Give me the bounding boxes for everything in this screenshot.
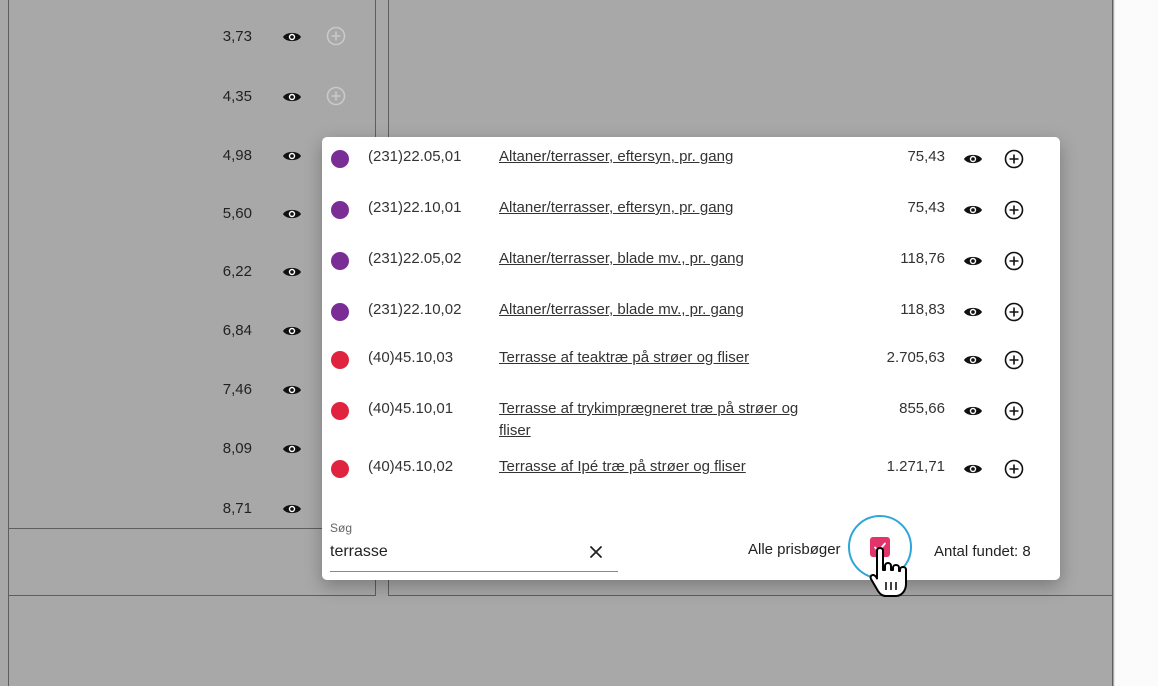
result-code: (231)22.10,01 — [368, 199, 462, 216]
result-description-link[interactable]: Terrasse af teaktræ på strøer og fliser — [499, 347, 799, 369]
result-row: (40)45.10,03 Terrasse af teaktræ på strøe… — [322, 349, 1060, 393]
eye-icon — [282, 206, 302, 222]
eye-icon — [282, 441, 302, 457]
pricebook-color-dot — [331, 303, 349, 321]
result-row: (231)22.10,01 Altaner/terrasser, eftersyn… — [322, 199, 1060, 243]
divider — [8, 0, 9, 686]
eye-icon — [282, 501, 302, 517]
divider — [8, 595, 376, 596]
result-row: (231)22.05,01 Altaner/terrasser, eftersyn… — [322, 148, 1060, 192]
eye-icon[interactable] — [963, 352, 983, 368]
eye-icon — [282, 29, 302, 45]
result-row: (40)45.10,01 Terrasse af trykimprægneret … — [322, 400, 1060, 444]
close-icon — [590, 546, 602, 558]
result-description-link[interactable]: Altaner/terrasser, blade mv., pr. gang — [499, 299, 799, 321]
plus-circle-icon — [326, 86, 346, 106]
background-price: 6,22 — [222, 263, 252, 280]
eye-icon[interactable] — [963, 202, 983, 218]
clear-search-button[interactable] — [584, 540, 608, 564]
result-code: (40)45.10,01 — [368, 400, 454, 417]
plus-circle-icon[interactable] — [1004, 251, 1024, 271]
divider — [1112, 0, 1113, 686]
divider — [8, 528, 376, 529]
search-underline — [330, 571, 618, 572]
pricebook-color-dot — [331, 460, 349, 478]
plus-circle-icon[interactable] — [1004, 401, 1024, 421]
search-label: Søg — [330, 521, 353, 535]
scroll-area — [1114, 0, 1158, 686]
pricebook-color-dot — [331, 201, 349, 219]
eye-icon[interactable] — [963, 403, 983, 419]
eye-icon — [282, 382, 302, 398]
result-code: (231)22.05,01 — [368, 148, 462, 165]
result-price: 855,66 — [899, 400, 945, 417]
hand-pointer-icon — [869, 547, 907, 597]
result-description-link[interactable]: Altaner/terrasser, blade mv., pr. gang — [499, 248, 799, 270]
plus-circle-icon[interactable] — [1004, 200, 1024, 220]
background-price: 3,73 — [222, 28, 252, 45]
result-price: 75,43 — [907, 148, 945, 165]
result-code: (40)45.10,03 — [368, 349, 454, 366]
pricebook-color-dot — [331, 402, 349, 420]
result-code: (40)45.10,02 — [368, 458, 454, 475]
eye-icon — [282, 89, 302, 105]
alle-prisboger-label: Alle prisbøger — [748, 541, 841, 558]
search-results-dialog: (231)22.05,01 Altaner/terrasser, eftersyn… — [322, 137, 1060, 580]
eye-icon — [282, 148, 302, 164]
background-price: 7,46 — [222, 381, 252, 398]
plus-circle-icon[interactable] — [1004, 459, 1024, 479]
result-price: 118,83 — [900, 301, 945, 318]
result-price: 2.705,63 — [886, 349, 945, 366]
plus-circle-icon[interactable] — [1004, 350, 1024, 370]
background-price: 4,98 — [222, 147, 252, 164]
result-row: (231)22.10,02 Altaner/terrasser, blade mv… — [322, 301, 1060, 345]
eye-icon[interactable] — [963, 461, 983, 477]
background-price: 4,35 — [222, 88, 252, 105]
result-description-link[interactable]: Altaner/terrasser, eftersyn, pr. gang — [499, 197, 799, 219]
background-row: 3,73 — [200, 22, 370, 52]
result-price: 75,43 — [907, 199, 945, 216]
result-row: (231)22.05,02 Altaner/terrasser, blade mv… — [322, 250, 1060, 294]
eye-icon[interactable] — [963, 151, 983, 167]
divider — [388, 595, 1113, 596]
result-row: (40)45.10,02 Terrasse af Ipé træ på strøe… — [322, 458, 1060, 502]
result-price: 1.271,71 — [886, 458, 945, 475]
eye-icon — [282, 323, 302, 339]
eye-icon[interactable] — [963, 304, 983, 320]
pricebook-color-dot — [331, 252, 349, 270]
result-description-link[interactable]: Terrasse af Ipé træ på strøer og fliser — [499, 456, 799, 478]
result-code: (231)22.10,02 — [368, 301, 462, 318]
search-input[interactable] — [330, 537, 580, 567]
background-price: 6,84 — [222, 322, 252, 339]
plus-circle-icon[interactable] — [1004, 149, 1024, 169]
result-description-link[interactable]: Terrasse af trykimprægneret træ på strøe… — [499, 398, 799, 442]
eye-icon[interactable] — [963, 253, 983, 269]
result-description-link[interactable]: Altaner/terrasser, eftersyn, pr. gang — [499, 146, 799, 168]
result-price: 118,76 — [900, 250, 945, 267]
background-price: 8,71 — [222, 500, 252, 517]
eye-icon — [282, 264, 302, 280]
background-price: 8,09 — [222, 440, 252, 457]
result-code: (231)22.05,02 — [368, 250, 462, 267]
plus-circle-icon[interactable] — [1004, 302, 1024, 322]
background-price: 5,60 — [222, 205, 252, 222]
results-count: Antal fundet: 8 — [934, 543, 1031, 560]
plus-circle-icon — [326, 26, 346, 46]
pricebook-color-dot — [331, 351, 349, 369]
pricebook-color-dot — [331, 150, 349, 168]
background-row: 4,35 — [200, 82, 370, 112]
